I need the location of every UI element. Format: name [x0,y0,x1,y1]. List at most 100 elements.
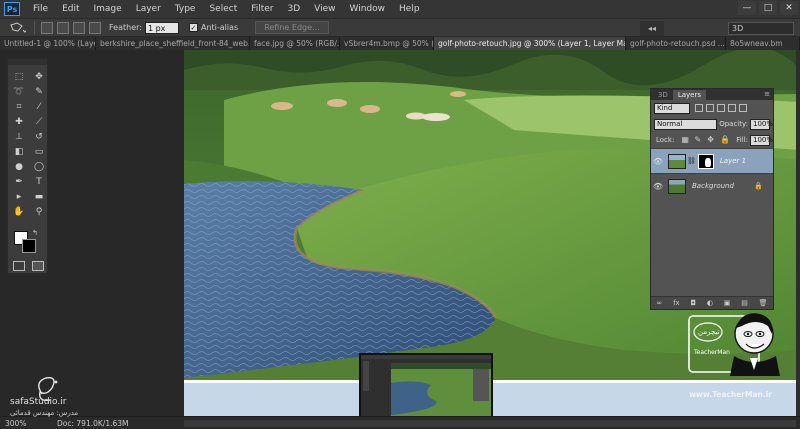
filter-pixel-icon[interactable] [695,104,703,112]
healing-tool-icon[interactable]: ✚ [10,114,28,129]
tab-document-active[interactable]: golf-photo-retouch.jpg @ 300% (Layer 1, … [434,37,626,50]
layer-thumbnail[interactable] [668,178,686,194]
menu-help[interactable]: Help [392,0,427,18]
pen-tool-icon[interactable]: ✒ [10,174,28,189]
stamp-tool-icon[interactable]: ⊥ [10,129,28,144]
workspace-select[interactable]: 3D [728,22,794,35]
marquee-tool-icon[interactable]: ⬚ [10,69,28,84]
add-selection-icon[interactable] [57,21,69,34]
minimize-button[interactable]: — [738,1,756,15]
menu-image[interactable]: Image [87,0,129,18]
swap-colors-icon[interactable]: ↰ [32,229,38,237]
tab-label: face.jpg @ 50% (RGB/... [254,39,340,48]
lock-all-icon[interactable]: 🔒 [720,136,730,144]
hand-tool-icon[interactable]: ✋ [10,204,28,219]
menu-type[interactable]: Type [168,0,203,18]
menu-window[interactable]: Window [343,0,393,18]
lock-position-icon[interactable]: ✥ [707,136,715,144]
background-color-swatch[interactable] [22,239,36,253]
document-size[interactable]: Doc: 791.0K/1.63M [57,419,128,428]
layers-panel: 3D Layers ≡ Kind Normal Opacity: 100% Lo… [650,88,774,310]
panel-collapse-icon[interactable]: ◂◂ [640,21,664,36]
layer-name[interactable]: Layer 1 [720,157,746,165]
menu-layer[interactable]: Layer [129,0,168,18]
eyedropper-tool-icon[interactable]: ⁄ [30,99,48,114]
antialias-checkbox[interactable]: ✓ [188,23,198,32]
filter-shape-icon[interactable] [728,104,736,112]
tab-document[interactable]: golf-photo-retouch.psd ...× [626,37,726,50]
subtract-selection-icon[interactable] [73,21,85,34]
canvas-vertical-scrollbar[interactable] [796,50,800,416]
zoom-level[interactable]: 300% [5,419,31,428]
layer-row-layer-1[interactable]: 👁 ⛓ Layer 1 [651,148,773,173]
tab-layers[interactable]: Layers [672,90,707,100]
blend-mode-select[interactable]: Normal [654,118,718,130]
layer-thumbnail[interactable] [668,153,686,169]
history-brush-tool-icon[interactable]: ↺ [30,129,48,144]
type-tool-icon[interactable]: T [30,174,48,189]
tab-document[interactable]: vSbrer4m.bmp @ 50% (...× [340,37,434,50]
refine-edge-button[interactable]: Refine Edge... [255,21,329,34]
blur-tool-icon[interactable]: ● [10,159,28,174]
brush-tool-icon[interactable]: ⟋ [30,114,48,129]
panel-menu-icon[interactable]: ≡ [764,90,770,98]
lock-transparency-icon[interactable]: ▦ [681,136,689,144]
tab-document[interactable]: 8o5wneav.bm [726,37,800,50]
divider [34,21,35,34]
menu-edit[interactable]: Edit [55,0,86,18]
menu-3d[interactable]: 3D [281,0,308,18]
antialias-label: Anti-alias [200,23,239,32]
menu-view[interactable]: View [307,0,342,18]
tab-document[interactable]: Untitled-1 @ 100% (Laye...× [0,37,96,50]
intersect-selection-icon[interactable] [89,21,101,34]
maximize-button[interactable]: □ [759,1,777,15]
link-icon[interactable]: ⛓ [687,157,696,165]
gradient-tool-icon[interactable]: ▭ [30,144,48,159]
eraser-tool-icon[interactable]: ◧ [10,144,28,159]
filter-type-icon[interactable] [717,104,725,112]
feather-input[interactable]: 1 px [144,21,179,34]
lock-pixels-icon[interactable]: ✎ [694,136,702,144]
filter-row: Kind [651,100,773,116]
tool-grid: ⬚ ✥ ➰ ✎ ⌗ ⁄ ✚ ⟋ ⊥ ↺ ◧ ▭ ● ◯ ✒ T ▸ ▬ ✋ ⚲ [8,65,47,219]
layer-mask-thumbnail[interactable] [697,153,714,169]
filter-smart-icon[interactable] [739,104,747,112]
quick-mask-icon[interactable] [13,261,25,271]
tab-3d[interactable]: 3D [653,90,673,100]
layer-row-background[interactable]: 👁 Background 🔒 [651,173,773,198]
zoom-tool-icon[interactable]: ⚲ [30,204,48,219]
document-tabs: Untitled-1 @ 100% (Laye...× berkshire_pl… [0,37,800,50]
lasso-tool-icon[interactable]: ➰ [10,84,28,99]
menu-file[interactable]: File [26,0,55,18]
eye-icon[interactable]: 👁 [651,182,665,191]
tab-label: golf-photo-retouch.jpg @ 300% (Layer 1, … [438,39,625,48]
tab-document[interactable]: berkshire_place_sheffield_front-84_web.j… [96,37,250,50]
screen-mode-icon[interactable] [32,261,44,271]
close-button[interactable]: ✕ [780,1,798,15]
watermark-credit-text: مدرس: مهندس قدمائی [10,409,79,417]
shape-tool-icon[interactable]: ▬ [30,189,48,204]
filter-adjustment-icon[interactable] [706,104,714,112]
menu-select[interactable]: Select [202,0,244,18]
layer-name[interactable]: Background [692,182,734,190]
eye-icon[interactable]: 👁 [651,157,665,166]
svg-text:تیچرمن: تیچرمن [698,328,720,336]
kind-filter-select[interactable]: Kind [654,102,690,114]
photoshop-logo-icon: Ps [4,2,20,16]
dodge-tool-icon[interactable]: ◯ [30,159,48,174]
link-layers-icon[interactable]: ∞ [656,299,662,307]
move-tool-icon[interactable]: ✥ [30,69,48,84]
path-select-tool-icon[interactable]: ▸ [10,189,28,204]
layer-style-icon[interactable]: fx [673,299,680,307]
tab-label: berkshire_place_sheffield_front-84_web.j… [100,39,250,48]
lasso-tool-preset-icon[interactable] [4,20,30,35]
tab-document[interactable]: face.jpg @ 50% (RGB/...× [250,37,340,50]
menu-filter[interactable]: Filter [244,0,280,18]
new-selection-icon[interactable] [41,21,53,34]
opacity-input[interactable]: 100% [750,118,773,130]
quick-select-tool-icon[interactable]: ✎ [30,84,48,99]
fill-label: Fill: [736,136,748,144]
canvas-horizontal-scrollbar[interactable] [184,420,796,427]
crop-tool-icon[interactable]: ⌗ [10,99,28,114]
fill-input[interactable]: 100% [750,134,773,146]
